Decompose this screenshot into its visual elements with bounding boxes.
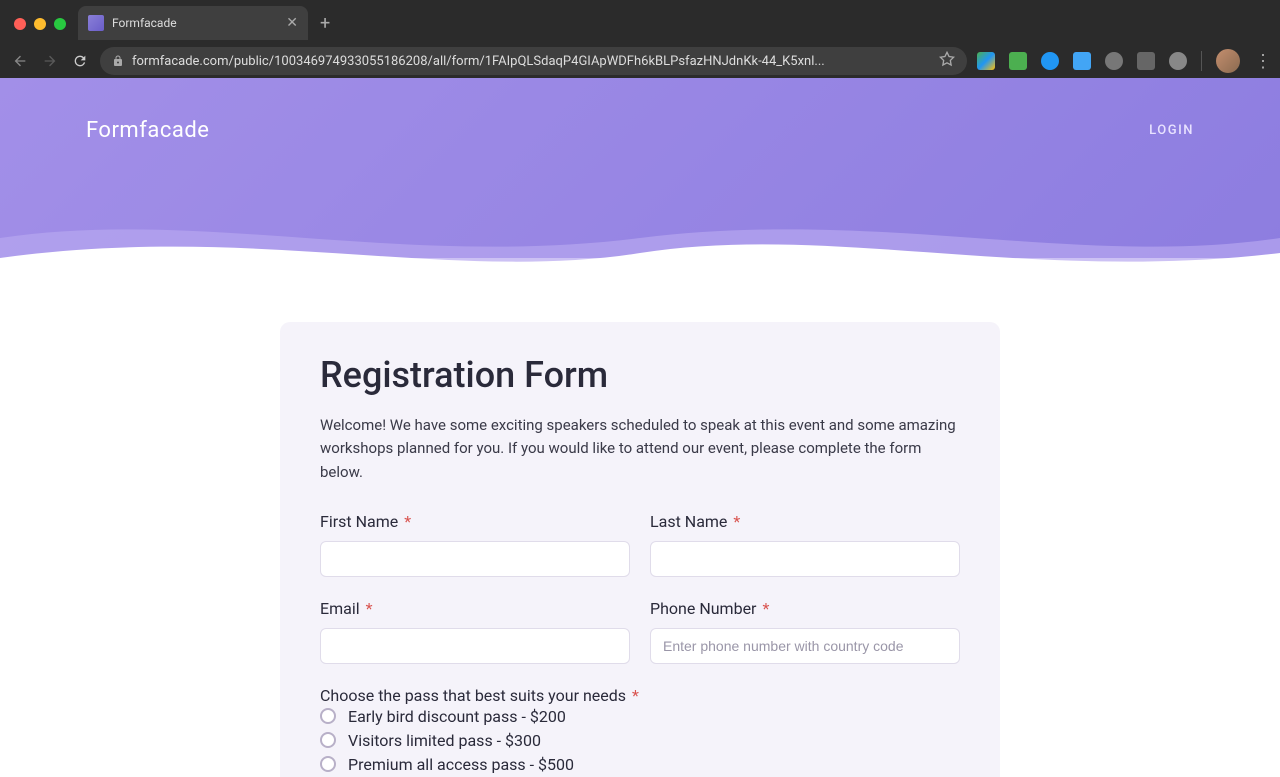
url-text: formfacade.com/public/100346974933055186… (132, 54, 931, 69)
tab-title: Formfacade (112, 16, 278, 30)
forward-button[interactable] (40, 51, 60, 71)
email-input[interactable] (320, 628, 630, 664)
form-title: Registration Form (320, 354, 960, 396)
extension-drive-icon[interactable] (977, 52, 995, 70)
pass-label: Choose the pass that best suits your nee… (320, 686, 639, 705)
email-label: Email * (320, 599, 630, 618)
window-minimize-button[interactable] (34, 18, 46, 30)
radio-icon (320, 756, 336, 772)
extension-gray3-icon[interactable] (1169, 52, 1187, 70)
extension-n-icon[interactable] (1073, 52, 1091, 70)
registration-form-card: Registration Form Welcome! We have some … (280, 322, 1000, 777)
first-name-input[interactable] (320, 541, 630, 577)
browser-chrome: Formfacade ✕ + formfacade.com/public/100… (0, 0, 1280, 78)
tab-close-icon[interactable]: ✕ (286, 15, 298, 31)
browser-menu-icon[interactable]: ⋮ (1254, 51, 1270, 72)
pass-option-premium[interactable]: Premium all access pass - $500 (320, 755, 960, 774)
window-controls (14, 18, 66, 30)
arrow-left-icon (12, 53, 28, 69)
extension-gray-icon[interactable] (1105, 52, 1123, 70)
email-label-text: Email (320, 599, 360, 618)
tab-bar: Formfacade ✕ + (78, 6, 330, 40)
phone-input[interactable] (650, 628, 960, 664)
contact-row: Email * Phone Number * (320, 599, 960, 664)
pass-option-visitors[interactable]: Visitors limited pass - $300 (320, 731, 960, 750)
extension-mail-icon[interactable] (1009, 52, 1027, 70)
email-field-group: Email * (320, 599, 630, 664)
phone-field-group: Phone Number * (650, 599, 960, 664)
extension-gray2-icon[interactable] (1137, 52, 1155, 70)
page-viewport: Formfacade LOGIN Registration Form Welco… (0, 78, 1280, 777)
new-tab-button[interactable]: + (320, 13, 330, 34)
last-name-label-text: Last Name (650, 512, 727, 531)
required-asterisk: * (762, 599, 769, 618)
first-name-label: First Name * (320, 512, 630, 531)
wave-decoration-white (0, 208, 1280, 288)
form-description: Welcome! We have some exciting speakers … (320, 414, 960, 484)
required-asterisk: * (366, 599, 373, 618)
option-label: Early bird discount pass - $200 (348, 707, 566, 726)
option-label: Visitors limited pass - $300 (348, 731, 541, 750)
site-nav: Formfacade LOGIN (0, 78, 1280, 143)
reload-button[interactable] (70, 51, 90, 71)
last-name-input[interactable] (650, 541, 960, 577)
address-bar[interactable]: formfacade.com/public/100346974933055186… (100, 47, 967, 75)
pass-label-text: Choose the pass that best suits your nee… (320, 686, 626, 705)
phone-label-text: Phone Number (650, 599, 756, 618)
radio-icon (320, 708, 336, 724)
extension-blue-icon[interactable] (1041, 52, 1059, 70)
brand-logo[interactable]: Formfacade (86, 118, 209, 143)
last-name-field-group: Last Name * (650, 512, 960, 577)
window-maximize-button[interactable] (54, 18, 66, 30)
tab-favicon (88, 15, 104, 31)
phone-label: Phone Number * (650, 599, 960, 618)
first-name-field-group: First Name * (320, 512, 630, 577)
option-label: Premium all access pass - $500 (348, 755, 574, 774)
extension-icons: ⋮ (977, 49, 1270, 73)
back-button[interactable] (10, 51, 30, 71)
profile-avatar[interactable] (1216, 49, 1240, 73)
hero-section: Formfacade LOGIN (0, 78, 1280, 258)
bookmark-star-icon[interactable] (939, 51, 955, 71)
required-asterisk: * (733, 512, 740, 531)
browser-tab[interactable]: Formfacade ✕ (78, 6, 308, 40)
extension-divider (1201, 51, 1202, 71)
name-row: First Name * Last Name * (320, 512, 960, 577)
pass-options: Early bird discount pass - $200 Visitors… (320, 707, 960, 774)
last-name-label: Last Name * (650, 512, 960, 531)
required-asterisk: * (404, 512, 411, 531)
pass-field-group: Choose the pass that best suits your nee… (320, 686, 960, 774)
window-close-button[interactable] (14, 18, 26, 30)
login-button[interactable]: LOGIN (1149, 123, 1194, 138)
required-asterisk: * (632, 686, 639, 705)
radio-icon (320, 732, 336, 748)
nav-bar: formfacade.com/public/100346974933055186… (0, 44, 1280, 78)
first-name-label-text: First Name (320, 512, 398, 531)
pass-option-early-bird[interactable]: Early bird discount pass - $200 (320, 707, 960, 726)
arrow-right-icon (42, 53, 58, 69)
reload-icon (72, 53, 88, 69)
lock-icon (112, 52, 124, 71)
